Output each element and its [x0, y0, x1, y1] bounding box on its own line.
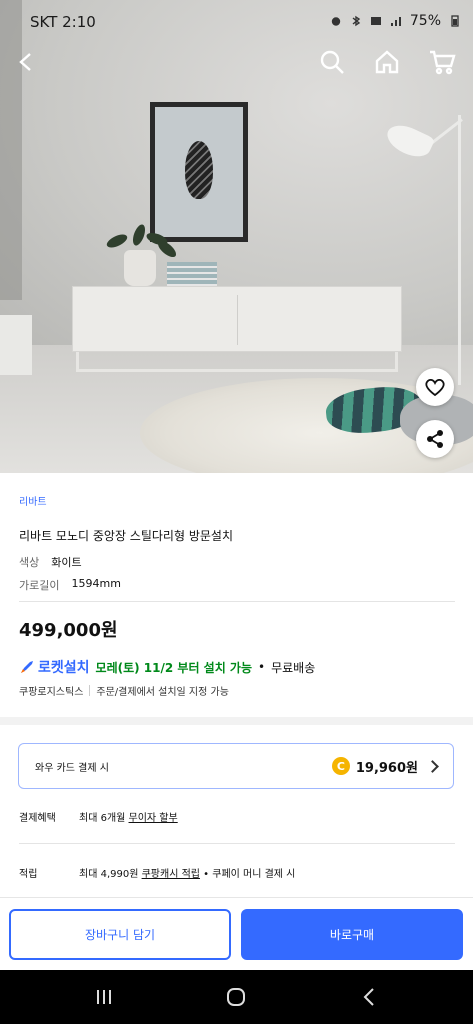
share-button[interactable] [416, 420, 454, 458]
cart-icon [430, 50, 456, 75]
install-note: 주문/결제에서 설치일 지정 가능 [96, 687, 229, 698]
logistics-label: 쿠팡로지스틱스 [19, 687, 84, 698]
chevron-right-icon [426, 759, 439, 773]
coin-icon: C [331, 757, 350, 775]
system-nav-bar [0, 970, 473, 1024]
rocket-delivery: 로켓설치 모레(토) 11/2 부터 설치 가능 • 무료배송 [19, 657, 315, 677]
bottom-action-bar: 장바구니 담기 바로구매 [0, 897, 473, 970]
search-icon [320, 50, 344, 74]
back-button[interactable] [8, 44, 44, 80]
card-offer-amount: 19,960원 [355, 760, 418, 776]
product-title: 리바트 모노디 중앙장 스틸다리형 방문설치 [19, 529, 233, 543]
option-label: 가로길이 [19, 579, 60, 592]
delivery-date: 모레(토) 11/2 부터 설치 가능 [95, 660, 253, 675]
divider [89, 685, 91, 696]
home-icon [375, 50, 399, 74]
recent-apps-button[interactable] [89, 982, 119, 1012]
separator: • [258, 660, 266, 674]
recent-apps-icon [97, 990, 111, 1004]
image-books [167, 262, 217, 286]
card-offer-label: 와우 카드 결제 시 [35, 762, 109, 774]
cart-button[interactable] [424, 44, 460, 80]
benefit-label: 적립 [19, 869, 38, 880]
free-shipping: 무료배송 [271, 660, 316, 675]
rocket-icon [21, 661, 33, 673]
rocket-install-badge: 로켓설치 [19, 657, 90, 677]
search-button[interactable] [314, 44, 350, 80]
battery-icon [449, 15, 461, 27]
brand-link[interactable]: 리바트 [19, 493, 47, 508]
home-nav-button[interactable] [221, 982, 251, 1012]
option-color: 색상 화이트 [19, 554, 82, 570]
section-gap [0, 717, 473, 725]
product-price: 499,000원 [19, 620, 118, 641]
status-bar: SKT 2:10 75% [0, 0, 473, 44]
option-value: 화이트 [51, 556, 82, 569]
divider [19, 843, 455, 844]
home-button[interactable] [369, 44, 405, 80]
status-time: SKT 2:10 [30, 13, 96, 31]
benefit-payment: 결제혜택 최대 6개월 무이자 할부 [19, 809, 178, 824]
option-value: 1594mm [71, 577, 121, 590]
alarm-icon [330, 15, 342, 27]
image-lamp [458, 115, 461, 385]
divider [19, 601, 455, 602]
back-arrow-icon [363, 988, 374, 1006]
chevron-left-icon [19, 53, 31, 71]
benefit-cashback: 적립 최대 4,990원 쿠팡캐시 적립 • 쿠페이 머니 결제 시 [19, 865, 295, 880]
wishlist-button[interactable] [416, 368, 454, 406]
option-width: 가로길이 1594mm [19, 577, 121, 593]
add-to-cart-button[interactable]: 장바구니 담기 [9, 909, 231, 960]
image-plant [124, 250, 156, 286]
benefit-label: 결제혜택 [19, 813, 56, 824]
bluetooth-icon [350, 15, 362, 27]
image-cabinet [72, 286, 402, 352]
heart-icon [425, 378, 445, 397]
product-page: SKT 2:10 75% 리바트 리바트 모노디 중앙장 스틸다리형 방문설치 … [0, 0, 473, 1024]
image-block [0, 315, 32, 375]
5g-icon [370, 15, 382, 27]
image-poster [150, 102, 248, 242]
back-nav-button[interactable] [354, 982, 384, 1012]
buy-now-button[interactable]: 바로구매 [241, 909, 463, 960]
share-icon [427, 430, 443, 448]
cash-reward-link[interactable]: 쿠팡캐시 적립 [142, 869, 200, 880]
installment-link[interactable]: 무이자 할부 [129, 813, 178, 824]
home-circle-icon [227, 988, 245, 1006]
battery-level: 75% [409, 13, 441, 29]
card-offer-button[interactable]: 와우 카드 결제 시 C 19,960원 [18, 743, 454, 789]
logistics-row: 쿠팡로지스틱스 주문/결제에서 설치일 지정 가능 [19, 683, 229, 698]
option-label: 색상 [19, 556, 40, 569]
signal-icon [390, 15, 402, 27]
